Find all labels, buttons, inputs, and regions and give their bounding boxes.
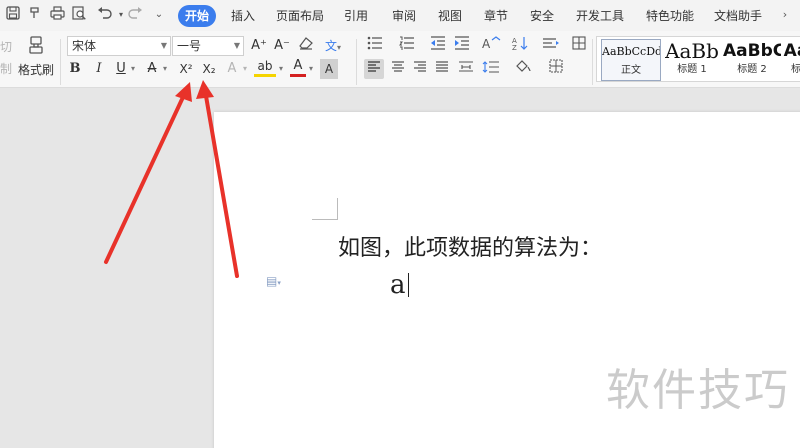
bold-button[interactable]: B	[66, 59, 84, 79]
bullet-list-icon[interactable]	[364, 36, 386, 56]
font-name-select[interactable]: 宋体 ▼	[67, 36, 171, 56]
cut-label[interactable]: 切	[0, 37, 12, 57]
style-name: 正文	[621, 65, 641, 76]
style-normal[interactable]: AaBbCcDd 正文	[601, 39, 661, 81]
customize-toolbar-icon[interactable]: ⌄	[150, 6, 168, 24]
font-size-select[interactable]: 一号 ▼	[172, 36, 244, 56]
sort-icon[interactable]: AZ	[510, 36, 530, 56]
menu-bar: ▾ ⌄ 开始 插入 页面布局 引用 审阅 视图 章节 安全 开发工具 特色功能 …	[0, 0, 800, 31]
style-name: 标题 2	[737, 64, 767, 75]
svg-text:A: A	[482, 37, 491, 50]
distribute-icon[interactable]	[456, 59, 476, 79]
tab-review[interactable]: 审阅	[388, 5, 420, 27]
tab-chapter[interactable]: 章节	[480, 5, 512, 27]
align-right-icon[interactable]	[410, 59, 430, 79]
borders-icon[interactable]	[544, 59, 570, 79]
tab-insert[interactable]: 插入	[226, 5, 260, 27]
print-icon[interactable]	[48, 6, 66, 24]
tab-security[interactable]: 安全	[526, 5, 558, 27]
chevron-down-icon[interactable]: ▾	[276, 59, 286, 79]
line-spacing-icon[interactable]	[480, 59, 502, 79]
style-heading-2[interactable]: AaBbC 标题 2	[723, 39, 781, 81]
chevron-down-icon: ▼	[160, 41, 167, 50]
copy-label[interactable]: 制	[0, 59, 12, 79]
document-text-line[interactable]: 如图，此项数据的算法为：	[338, 230, 602, 262]
separator	[60, 39, 61, 85]
table-grid-icon[interactable]	[570, 36, 588, 56]
chevron-down-icon[interactable]: ▾	[306, 59, 316, 79]
justify-icon[interactable]	[432, 59, 452, 79]
paragraph-marker-icon[interactable]: ▤▾	[266, 274, 281, 288]
document-text-line[interactable]: a	[390, 270, 409, 300]
watermark: 软件技巧	[606, 365, 790, 416]
text-effect-button[interactable]: A	[224, 59, 240, 79]
style-name: 标	[791, 64, 800, 75]
redo-icon[interactable]	[126, 6, 144, 24]
chevron-down-icon[interactable]: ▾	[128, 59, 138, 79]
align-center-icon[interactable]	[388, 59, 408, 79]
tab-developer[interactable]: 开发工具	[574, 5, 626, 27]
line-spacing-wrap-icon[interactable]	[540, 36, 562, 56]
style-sample: AaBbCcDd	[602, 45, 660, 58]
font-size-value: 一号	[177, 39, 202, 53]
align-left-icon[interactable]	[364, 59, 384, 79]
style-sample: AaBb	[665, 39, 719, 63]
italic-button[interactable]: I	[90, 59, 108, 79]
tab-view[interactable]: 视图	[434, 5, 466, 27]
tab-page-layout[interactable]: 页面布局	[274, 5, 326, 27]
preview-icon[interactable]	[70, 6, 88, 24]
chevron-down-icon: ▼	[233, 41, 240, 50]
chevron-down-icon[interactable]: ▾	[240, 59, 250, 79]
tab-home[interactable]: 开始	[178, 5, 216, 27]
format-painter-button[interactable]: 格式刷	[16, 60, 56, 80]
strikethrough-button[interactable]: A	[144, 59, 160, 79]
tab-references[interactable]: 引用	[340, 5, 372, 27]
clear-format-icon[interactable]	[296, 36, 316, 56]
style-heading-3[interactable]: Aa 标	[783, 39, 800, 81]
numbered-list-icon[interactable]	[396, 36, 418, 56]
increase-indent-icon[interactable]	[452, 36, 472, 56]
svg-text:Z: Z	[512, 44, 517, 50]
highlight-button[interactable]: ab	[254, 57, 276, 77]
paint-icon[interactable]	[26, 6, 44, 24]
phonetic-guide-button[interactable]: 文▾	[320, 36, 346, 56]
separator	[592, 39, 593, 85]
styles-gallery: AaBbCcDd 正文 AaBb 标题 1 AaBbC 标题 2 Aa 标	[596, 36, 800, 82]
separator	[356, 39, 357, 85]
format-painter-icon[interactable]	[24, 35, 48, 57]
chevron-down-icon[interactable]: ▾	[160, 59, 170, 79]
style-name: 标题 1	[677, 64, 707, 75]
style-sample: Aa	[783, 41, 800, 61]
grow-font-button[interactable]: A⁺	[249, 36, 269, 56]
text-cursor	[407, 273, 409, 297]
margin-corner-mark	[312, 198, 338, 220]
tab-doc-assistant[interactable]: 文档助手	[712, 5, 764, 27]
tab-special-features[interactable]: 特色功能	[644, 5, 696, 27]
subscript-button[interactable]: X₂	[198, 59, 220, 79]
more-icon[interactable]: ›	[776, 6, 794, 24]
superscript-button[interactable]: X²	[175, 59, 197, 79]
char-shading-button[interactable]: A	[320, 59, 338, 79]
text-direction-icon[interactable]: A	[478, 36, 504, 56]
font-color-button[interactable]: A	[290, 57, 306, 77]
style-heading-1[interactable]: AaBb 标题 1	[663, 39, 721, 81]
shrink-font-button[interactable]: A⁻	[272, 36, 292, 56]
underline-button[interactable]: U	[114, 59, 128, 79]
save-icon[interactable]	[4, 6, 22, 24]
font-name-value: 宋体	[72, 39, 97, 53]
style-sample: AaBbC	[723, 41, 781, 61]
shading-icon[interactable]	[512, 59, 536, 79]
phonetic-label: 文	[324, 39, 337, 53]
decrease-indent-icon[interactable]	[428, 36, 448, 56]
formula-text: a	[390, 270, 406, 300]
